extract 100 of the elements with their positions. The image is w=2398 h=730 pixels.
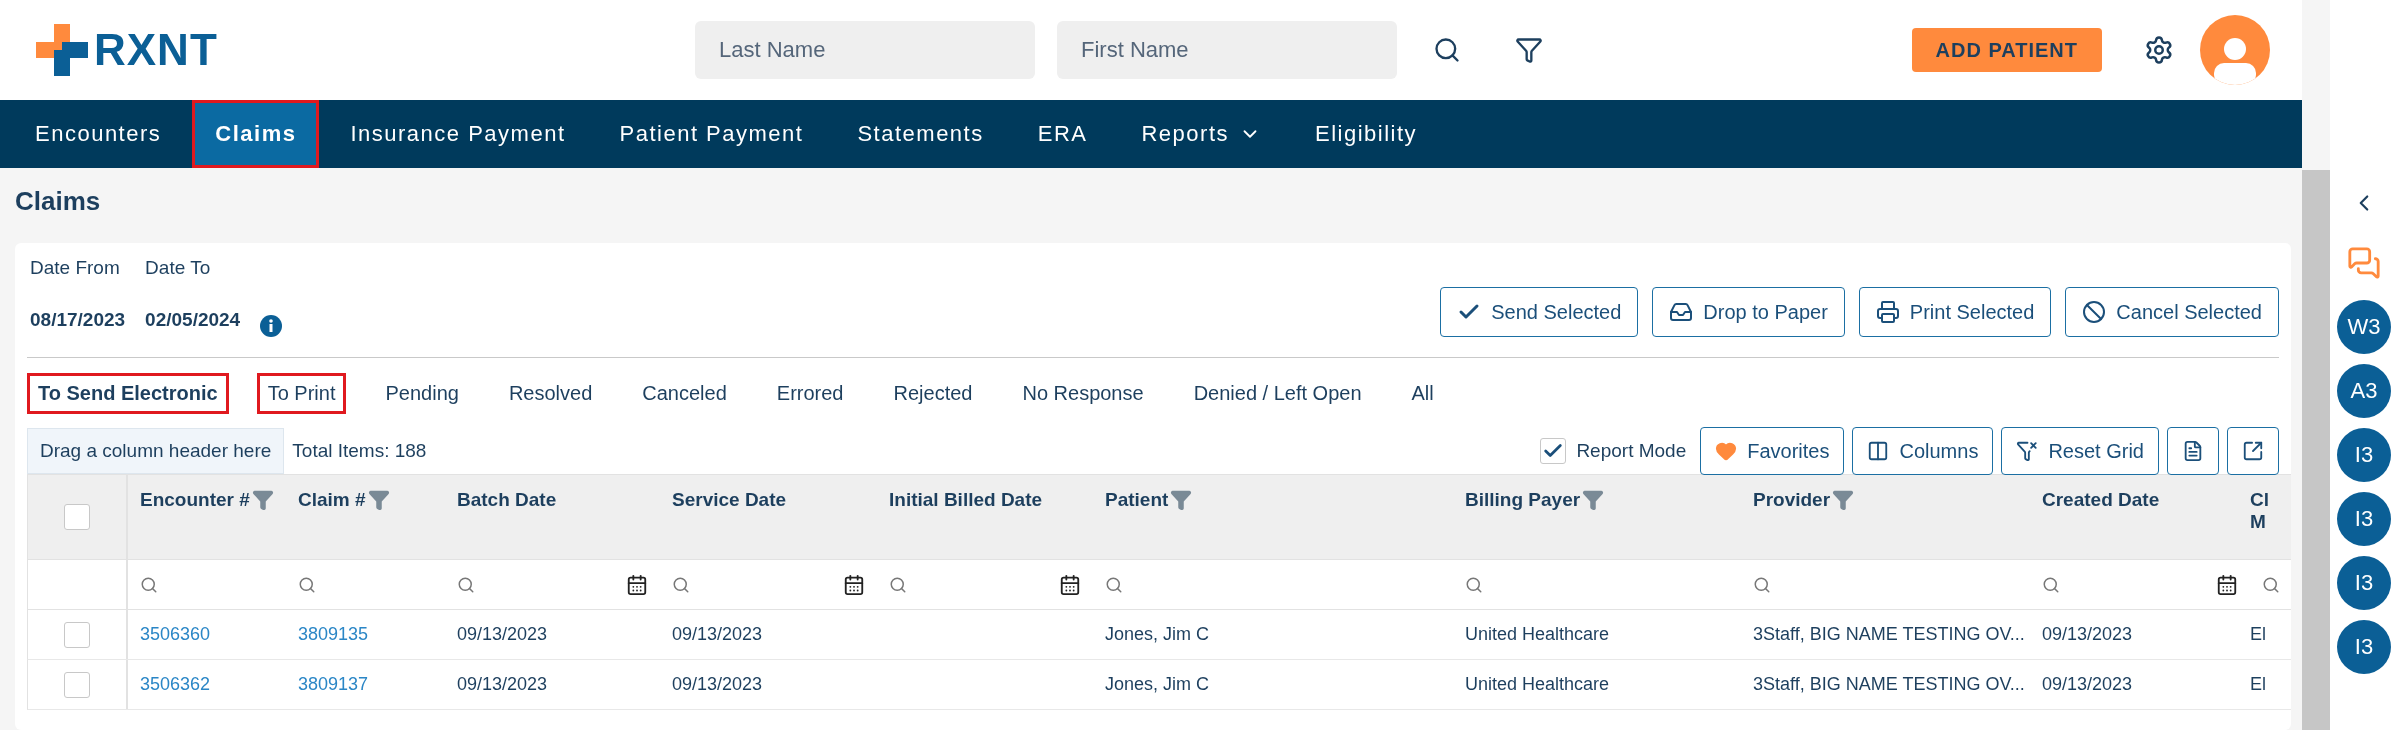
date-label: Date From (30, 257, 121, 279)
search-icon[interactable] (889, 575, 907, 594)
grid-tool-button[interactable]: Reset Grid (2001, 427, 2159, 475)
columns-icon (1867, 440, 1890, 462)
search-icon[interactable] (1465, 575, 1483, 594)
action-button[interactable]: Cancel Selected (2065, 287, 2279, 337)
settings-button[interactable] (2144, 35, 2174, 65)
logo-text: RXNT (94, 25, 218, 75)
table-cell-text: El (2250, 674, 2267, 695)
table-link[interactable]: 3809135 (286, 624, 445, 645)
pdf-icon (2182, 440, 2204, 462)
filter-button[interactable] (1515, 36, 1543, 64)
table-cell-text: 09/13/2023 (456, 624, 549, 645)
checkbox[interactable] (64, 621, 90, 648)
nav-tab[interactable]: Patient Payment (596, 100, 827, 168)
search-field[interactable]: First Name (1057, 21, 1397, 79)
total-items: Total Items: 188 (292, 440, 427, 462)
action-button[interactable]: Print Selected (1858, 287, 2052, 337)
user-badge[interactable]: W3 (2337, 300, 2391, 354)
table-link[interactable]: 3506360 (128, 624, 286, 645)
checkbox[interactable] (1540, 438, 1567, 464)
checkbox[interactable] (64, 504, 90, 530)
table-cell-text: 3Staff, BIG NAME TESTING OV... (1752, 624, 2026, 645)
user-badge[interactable]: A3 (2337, 364, 2391, 418)
funnel-icon[interactable] (1582, 489, 1605, 511)
filter-clear-icon (2016, 440, 2039, 462)
column-header[interactable]: Provider (1741, 475, 2030, 559)
status-tab[interactable]: To Print (256, 372, 347, 414)
funnel-icon[interactable] (367, 489, 390, 511)
table-cell-text: 09/13/2023 (2041, 674, 2134, 695)
calendar-icon[interactable] (843, 573, 865, 596)
table-cell-text: United Healthcare (1464, 624, 1611, 645)
funnel-icon[interactable] (251, 489, 274, 511)
action-button[interactable]: Drop to Paper (1652, 287, 1845, 337)
column-header[interactable]: Claim # (286, 475, 445, 559)
status-tab[interactable]: All (1400, 372, 1445, 414)
table-cell-text: Jones, Jim C (1104, 624, 1211, 645)
table-cell-text: United Healthcare (1464, 674, 1611, 695)
search-icon[interactable] (457, 575, 475, 594)
nav-tab[interactable]: Claims (192, 100, 320, 168)
user-badge[interactable]: I3 (2337, 556, 2391, 610)
table-cell-text: Jones, Jim C (1104, 674, 1211, 695)
column-header[interactable]: Encounter # (128, 475, 286, 559)
search-field[interactable]: Last Name (695, 21, 1035, 79)
column-header[interactable]: Created Date (2030, 475, 2250, 559)
calendar-icon[interactable] (2216, 573, 2238, 596)
user-badge[interactable]: I3 (2337, 428, 2391, 482)
nav-tab[interactable]: Eligibility (1292, 100, 1441, 168)
status-tab[interactable]: Canceled (631, 372, 738, 414)
status-tab[interactable]: No Response (1011, 372, 1155, 414)
info-icon[interactable] (260, 315, 283, 337)
page-title: Claims (14, 185, 102, 218)
table-cell-text: 09/13/2023 (671, 624, 764, 645)
user-badge[interactable]: I3 (2337, 492, 2391, 546)
grid-tool-button[interactable]: Columns (1852, 427, 1994, 475)
column-header[interactable]: Initial Billed Date (877, 475, 1093, 559)
status-tab[interactable]: To Send Electronic (27, 372, 229, 414)
user-badge[interactable]: I3 (2337, 620, 2391, 674)
inbox-icon (1669, 300, 1694, 324)
scrollbar[interactable] (2302, 170, 2330, 730)
search-icon[interactable] (298, 575, 316, 594)
date-label: Date To (145, 257, 212, 279)
nav-tab[interactable]: Statements (834, 100, 1007, 168)
status-tab[interactable]: Resolved (497, 372, 604, 414)
grid-tool-button[interactable]: Favorites (1700, 427, 1845, 475)
action-button[interactable]: Send Selected (1440, 287, 1639, 337)
calendar-icon[interactable] (1059, 573, 1081, 596)
column-header[interactable]: Patient (1093, 475, 1453, 559)
column-header[interactable]: Cl M (2250, 475, 2280, 559)
funnel-icon[interactable] (1170, 489, 1193, 511)
column-header[interactable]: Billing Payer (1453, 475, 1741, 559)
table-cell-text: 3Staff, BIG NAME TESTING OV... (1752, 674, 2026, 695)
group-drop-area[interactable]: Drag a column header here (27, 428, 285, 474)
search-icon[interactable] (672, 575, 690, 594)
table-cell-text: 09/13/2023 (671, 674, 764, 695)
table-cell-text: El (2250, 624, 2267, 645)
heart-icon (1715, 440, 1738, 462)
column-header[interactable]: Service Date (660, 475, 877, 559)
status-tab[interactable]: Errored (765, 372, 855, 414)
table-link[interactable]: 3506362 (128, 674, 286, 695)
calendar-icon[interactable] (626, 573, 648, 596)
search-icon[interactable] (2262, 575, 2280, 594)
search-icon[interactable] (1105, 575, 1123, 594)
chat-icon[interactable] (2347, 246, 2381, 280)
nav-tab[interactable]: Reports (1118, 100, 1284, 168)
status-tab[interactable]: Denied / Left Open (1182, 372, 1373, 414)
table-link[interactable]: 3809137 (286, 674, 445, 695)
nav-tab[interactable]: ERA (1014, 100, 1111, 168)
status-tab[interactable]: Pending (374, 372, 470, 414)
search-icon[interactable] (2042, 575, 2060, 594)
search-button[interactable] (1433, 36, 1461, 64)
funnel-icon[interactable] (1832, 489, 1855, 511)
column-header[interactable]: Batch Date (445, 475, 660, 559)
checkbox[interactable] (64, 671, 90, 698)
add-patient-button[interactable]: ADD PATIENT (1911, 28, 2102, 72)
nav-tab[interactable]: Encounters (12, 100, 185, 168)
nav-tab[interactable]: Insurance Payment (327, 100, 589, 168)
search-icon[interactable] (140, 575, 158, 594)
search-icon[interactable] (1753, 575, 1771, 594)
status-tab[interactable]: Rejected (882, 372, 984, 414)
